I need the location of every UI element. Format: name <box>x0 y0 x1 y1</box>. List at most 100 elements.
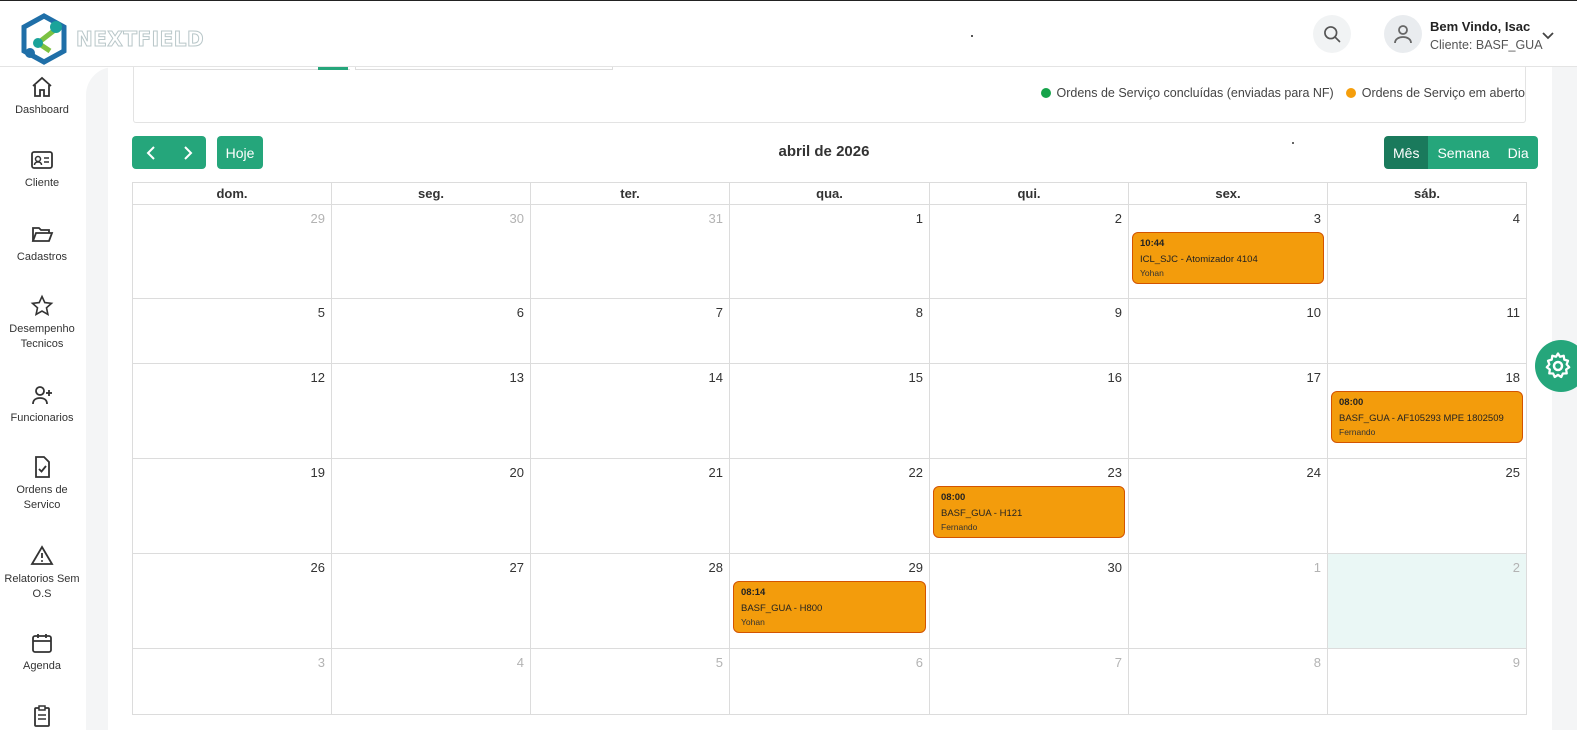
calendar-day[interactable]: 12 <box>133 364 332 458</box>
day-number[interactable]: 27 <box>510 560 524 575</box>
calendar-day[interactable]: 30 <box>332 205 531 298</box>
calendar-day[interactable]: 8 <box>1129 649 1328 714</box>
calendar-day[interactable]: 7 <box>930 649 1129 714</box>
day-number[interactable]: 30 <box>1108 560 1122 575</box>
calendar-day[interactable]: 19 <box>133 459 332 553</box>
day-number[interactable]: 14 <box>709 370 723 385</box>
view-button-0[interactable]: Mês <box>1384 136 1429 169</box>
calendar-day[interactable]: 31 <box>531 205 730 298</box>
day-number[interactable]: 5 <box>716 655 723 670</box>
day-number[interactable]: 11 <box>1507 305 1521 320</box>
day-number[interactable]: 9 <box>1513 655 1520 670</box>
sidebar-item-dashboard[interactable]: Dashboard <box>0 75 84 118</box>
day-number[interactable]: 13 <box>510 370 524 385</box>
calendar-event[interactable]: 08:14 BASF_GUA - H800 Yohan <box>733 581 926 633</box>
sidebar-item-relatorios[interactable]: Relatorios Sem O.S <box>0 544 84 602</box>
calendar-day[interactable]: 17 <box>1129 364 1328 458</box>
day-number[interactable]: 7 <box>1115 655 1122 670</box>
day-number[interactable]: 21 <box>709 465 723 480</box>
calendar-day[interactable]: 1 <box>1129 554 1328 648</box>
day-number[interactable]: 6 <box>517 305 524 320</box>
calendar-day[interactable]: 15 <box>730 364 930 458</box>
day-number[interactable]: 22 <box>909 465 923 480</box>
calendar-day[interactable]: 4 <box>332 649 531 714</box>
calendar-day[interactable]: 8 <box>730 299 930 363</box>
day-number[interactable]: 4 <box>517 655 524 670</box>
day-number[interactable]: 3 <box>1314 211 1321 226</box>
day-number[interactable]: 1 <box>916 211 923 226</box>
day-number[interactable]: 29 <box>311 211 325 226</box>
user-menu-toggle[interactable] <box>1541 28 1555 46</box>
day-number[interactable]: 4 <box>1513 211 1520 226</box>
calendar-day[interactable]: 1 <box>730 205 930 298</box>
next-month-button[interactable] <box>169 136 206 169</box>
day-number[interactable]: 10 <box>1307 305 1321 320</box>
calendar-day[interactable]: 9 <box>1328 649 1526 714</box>
day-number[interactable]: 20 <box>510 465 524 480</box>
day-number[interactable]: 23 <box>1108 465 1122 480</box>
day-number[interactable]: 15 <box>909 370 923 385</box>
calendar-day[interactable]: 11 <box>1328 299 1526 363</box>
calendar-day[interactable]: 16 <box>930 364 1129 458</box>
calendar-day[interactable]: 18 08:00 BASF_GUA - AF105293 MPE 1802509 Fe… <box>1328 364 1526 458</box>
calendar-day[interactable]: 5 <box>133 299 332 363</box>
calendar-day[interactable]: 6 <box>332 299 531 363</box>
day-number[interactable]: 2 <box>1115 211 1122 226</box>
calendar-day[interactable]: 26 <box>133 554 332 648</box>
sidebar-item-more[interactable] <box>0 704 84 732</box>
day-number[interactable]: 2 <box>1513 560 1520 575</box>
calendar-day[interactable]: 4 <box>1328 205 1526 298</box>
day-number[interactable]: 8 <box>1314 655 1321 670</box>
view-button-2[interactable]: Dia <box>1498 136 1538 169</box>
search-button[interactable] <box>1313 15 1351 53</box>
day-number[interactable]: 26 <box>311 560 325 575</box>
calendar-day[interactable]: 28 <box>531 554 730 648</box>
day-number[interactable]: 8 <box>916 305 923 320</box>
calendar-event[interactable]: 10:44 ICL_SJC - Atomizador 4104 Yohan <box>1132 232 1324 284</box>
calendar-event[interactable]: 08:00 BASF_GUA - H121 Fernando <box>933 486 1125 538</box>
day-number[interactable]: 29 <box>909 560 923 575</box>
calendar-day[interactable]: 7 <box>531 299 730 363</box>
day-number[interactable]: 6 <box>916 655 923 670</box>
calendar-day[interactable]: 3 10:44 ICL_SJC - Atomizador 4104 Yohan <box>1129 205 1328 298</box>
calendar-day[interactable]: 20 <box>332 459 531 553</box>
calendar-day[interactable]: 25 <box>1328 459 1526 553</box>
day-number[interactable]: 25 <box>1506 465 1520 480</box>
calendar-day[interactable]: 3 <box>133 649 332 714</box>
calendar-day[interactable]: 30 <box>930 554 1129 648</box>
calendar-day[interactable]: 2 <box>930 205 1129 298</box>
day-number[interactable]: 9 <box>1115 305 1122 320</box>
day-number[interactable]: 3 <box>318 655 325 670</box>
day-number[interactable]: 18 <box>1506 370 1520 385</box>
calendar-day[interactable]: 29 08:14 BASF_GUA - H800 Yohan <box>730 554 930 648</box>
day-number[interactable]: 17 <box>1307 370 1321 385</box>
sidebar-item-ordens[interactable]: Ordens de Servico <box>0 455 84 513</box>
day-number[interactable]: 7 <box>716 305 723 320</box>
day-number[interactable]: 28 <box>709 560 723 575</box>
calendar-day[interactable]: 2 <box>1328 554 1526 648</box>
sidebar-item-cadastros[interactable]: Cadastros <box>0 222 84 265</box>
day-number[interactable]: 19 <box>311 465 325 480</box>
sidebar-item-cliente[interactable]: Cliente <box>0 148 84 191</box>
day-number[interactable]: 12 <box>311 370 325 385</box>
calendar-day[interactable]: 27 <box>332 554 531 648</box>
brand-logo[interactable]: NEXTFIELD <box>18 13 208 65</box>
today-button[interactable]: Hoje <box>217 136 263 169</box>
prev-month-button[interactable] <box>132 136 169 169</box>
sidebar-item-agenda[interactable]: Agenda <box>0 631 84 674</box>
day-number[interactable]: 5 <box>318 305 325 320</box>
calendar-day[interactable]: 24 <box>1129 459 1328 553</box>
day-number[interactable]: 1 <box>1314 560 1321 575</box>
calendar-day[interactable]: 29 <box>133 205 332 298</box>
calendar-day[interactable]: 22 <box>730 459 930 553</box>
sidebar-item-funcionarios[interactable]: Funcionarios <box>0 383 84 426</box>
day-number[interactable]: 24 <box>1307 465 1321 480</box>
day-number[interactable]: 31 <box>709 211 723 226</box>
calendar-day[interactable]: 13 <box>332 364 531 458</box>
filter-select-partial[interactable] <box>355 67 613 70</box>
user-avatar[interactable] <box>1384 15 1422 53</box>
day-number[interactable]: 30 <box>510 211 524 226</box>
calendar-day[interactable]: 9 <box>930 299 1129 363</box>
filter-button-partial[interactable] <box>318 67 348 70</box>
calendar-day[interactable]: 14 <box>531 364 730 458</box>
